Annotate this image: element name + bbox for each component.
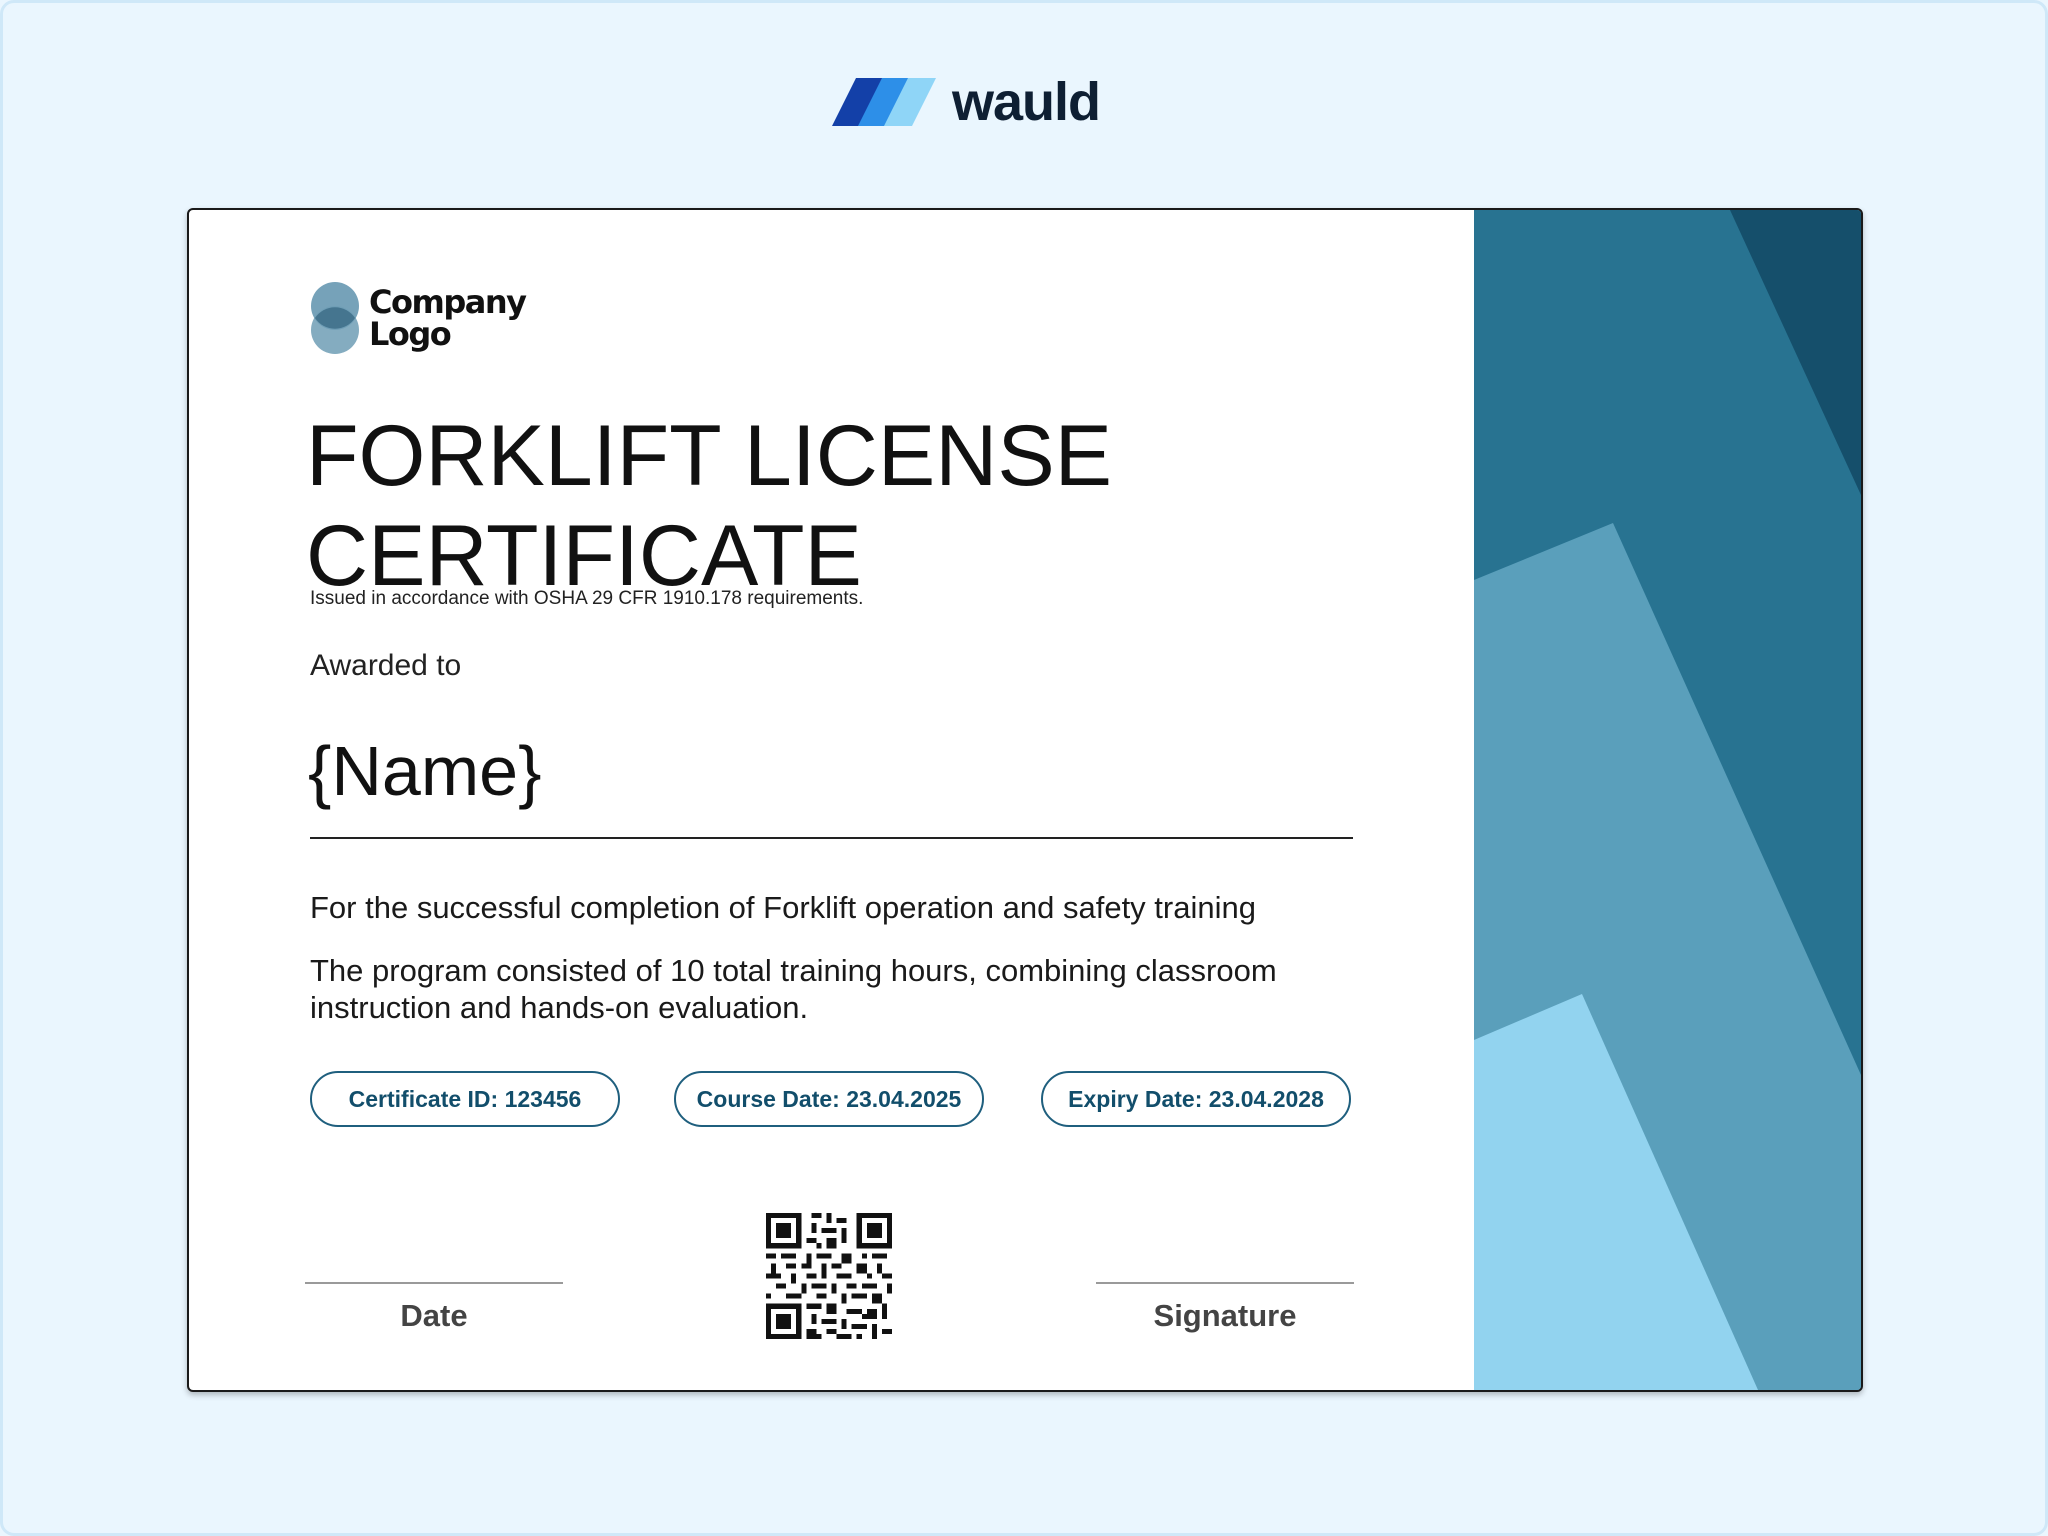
company-logo-text: Company Logo: [369, 283, 527, 353]
company-logo: Company Logo: [309, 280, 527, 356]
certificate-title: FORKLIFT LICENSE CERTIFICATE: [306, 408, 1113, 604]
brand-header: wauld: [832, 70, 1101, 134]
qr-code-icon: [766, 1213, 892, 1339]
overlapping-circles-icon: [311, 282, 359, 354]
signature-line: [1096, 1282, 1354, 1284]
awarded-label: Awarded to: [310, 649, 462, 682]
wauld-stripes-icon: [832, 78, 936, 126]
name-underline: [310, 837, 1353, 839]
course-date-badge: Course Date: 23.04.2025: [674, 1071, 984, 1127]
completion-text: For the successful completion of Forklif…: [310, 890, 1256, 925]
decorative-panel: [1474, 210, 1861, 1390]
expiry-date-badge: Expiry Date: 23.04.2028: [1041, 1071, 1351, 1127]
certificate-id-badge: Certificate ID: 123456: [310, 1071, 620, 1127]
certificate-subtitle: Issued in accordance with OSHA 29 CFR 19…: [310, 588, 864, 609]
brand-name: wauld: [952, 72, 1101, 132]
date-label: Date: [400, 1298, 468, 1333]
recipient-name: {Name}: [308, 732, 542, 810]
program-text: The program consisted of 10 total traini…: [310, 953, 1277, 1025]
certificate-card: Company Logo FORKLIFT LICENSE CERTIFICAT…: [187, 208, 1863, 1392]
logo-line-2: Logo: [369, 315, 452, 353]
logo-line-1: Company: [369, 283, 527, 321]
date-line: [305, 1282, 563, 1284]
signature-label: Signature: [1153, 1298, 1297, 1333]
